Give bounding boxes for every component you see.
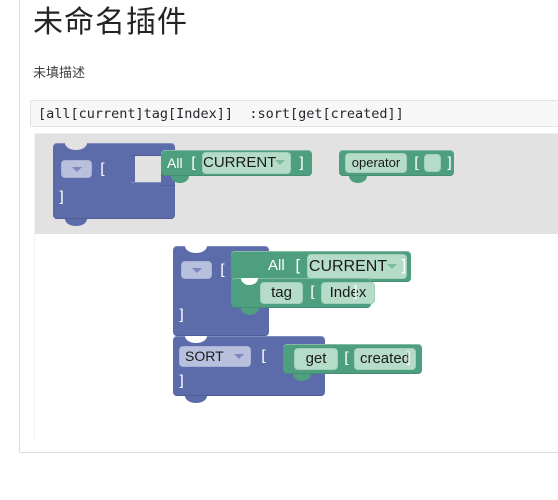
chevron-down-icon[interactable]: [387, 264, 397, 269]
chevron-down-icon[interactable]: [192, 268, 202, 273]
ws-tag-open-bracket: [: [308, 283, 318, 301]
ws-all-close-bracket: ]: [399, 256, 409, 275]
ws-get-field[interactable]: get: [294, 348, 338, 370]
toolbox-all-open-bracket: [: [189, 154, 199, 172]
page-title: 未命名插件: [33, 6, 188, 39]
blockly-workspace[interactable]: [ ] All [ CURRENT ] tag [Index] SORT […: [35, 234, 558, 438]
toolbox-all-close-bracket: ]: [297, 154, 307, 172]
code-expression-box[interactable]: [all[current]tag[Index]] :sort[get[creat…: [30, 100, 558, 127]
ws-sort-close-bracket: ]: [177, 372, 187, 390]
ws-filter-close-bracket: ]: [177, 306, 187, 324]
code-expression-text: [all[current]tag[Index]] :sort[get[creat…: [38, 106, 404, 122]
ws-all-label: All: [268, 257, 285, 274]
ws-sort-open-bracket: [: [259, 347, 269, 365]
ws-tag-field[interactable]: tag: [260, 282, 303, 304]
chevron-down-icon[interactable]: [72, 167, 82, 172]
toolbox-all-label: All: [167, 155, 183, 171]
page-description: 未填描述: [33, 65, 86, 80]
ws-tag-arg-field[interactable]: Index: [321, 282, 375, 304]
toolbox-operator-empty-slot[interactable]: [424, 154, 441, 172]
toolbox-operator-field[interactable]: operator: [345, 153, 407, 173]
ws-tag-close-bracket: ]: [351, 283, 361, 301]
ws-filter-open-bracket: [: [218, 261, 228, 279]
toolbox-statement-open-bracket: [: [98, 160, 108, 178]
toolbox-operator-open-bracket: [: [412, 154, 422, 172]
ws-get-open-bracket: [: [342, 349, 352, 367]
chevron-down-icon[interactable]: [234, 354, 244, 359]
ws-all-open-bracket: [: [293, 256, 303, 275]
toolbox-statement-close-bracket: ]: [57, 188, 67, 206]
toolbox-operator-close-bracket: ]: [445, 154, 455, 172]
blockly-container: [ ] All [ CURRENT ] operator [ ] [] All…: [34, 133, 558, 438]
chevron-down-icon[interactable]: [275, 160, 285, 165]
blockly-toolbox[interactable]: [ ] All [ CURRENT ] operator [ ]: [35, 134, 558, 234]
plugin-editor-page: 未命名插件 未填描述 [all[current]tag[Index]] :sor…: [0, 0, 558, 500]
ws-get-close-bracket: ]: [404, 349, 414, 367]
